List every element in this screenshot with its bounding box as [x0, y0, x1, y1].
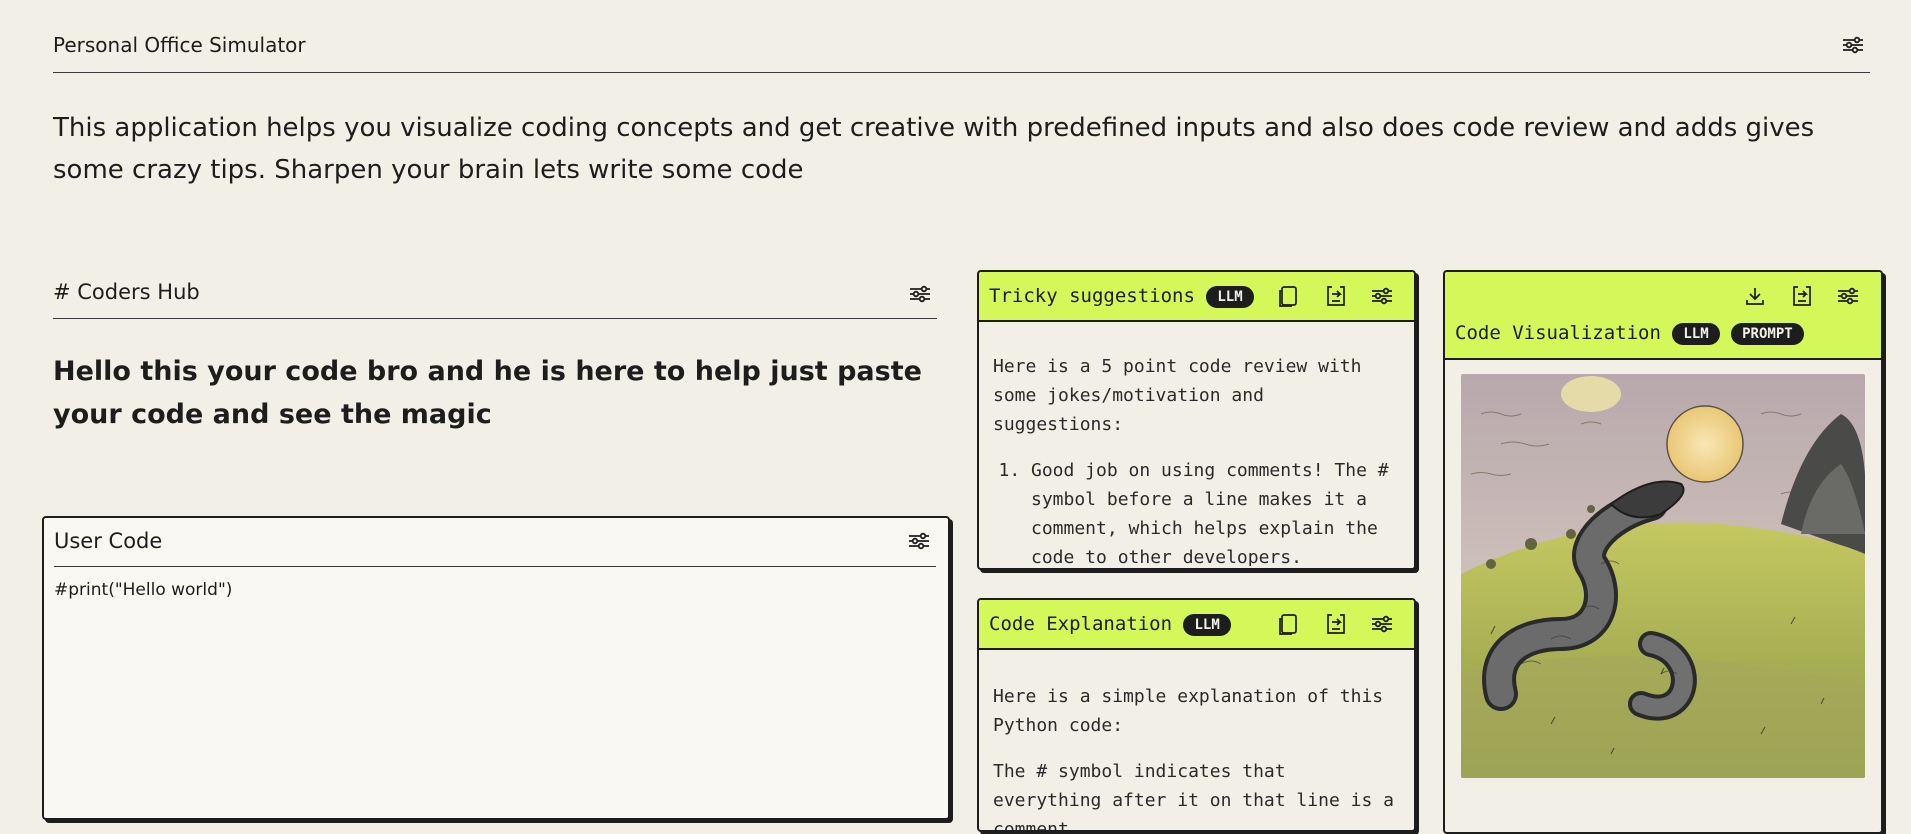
tricky-suggestions-body: Here is a 5 point code review with some … [979, 352, 1414, 566]
share-icon[interactable] [1324, 612, 1348, 636]
tricky-list: Good job on using comments! The # symbol… [993, 456, 1400, 566]
code-visualization-header: Code Visualization LLM PROMPT [1445, 272, 1881, 360]
hub-header: # Coders Hub [53, 280, 937, 319]
download-icon[interactable] [1743, 284, 1767, 308]
code-visualization-title: Code Visualization [1455, 322, 1661, 344]
user-code-input[interactable] [54, 580, 934, 800]
tricky-suggestions-header: Tricky suggestions LLM [979, 272, 1414, 322]
hub-title: # Coders Hub [53, 280, 200, 304]
tricky-suggestions-title: Tricky suggestions [989, 285, 1195, 307]
llm-badge: LLM [1672, 322, 1720, 345]
copy-icon[interactable] [1277, 612, 1301, 636]
code-explanation-card: Code Explanation LLM Here is a simple ex… [977, 598, 1416, 832]
tricky-suggestions-card: Tricky suggestions LLM Here is a 5 point… [977, 270, 1416, 570]
visualization-settings-tune-icon[interactable] [1837, 287, 1861, 311]
hub-greeting: Hello this your code bro and he is here … [53, 356, 922, 430]
code-explanation-body: Here is a simple explanation of this Pyt… [979, 682, 1414, 830]
tricky-settings-tune-icon[interactable] [1371, 287, 1395, 311]
code-visualization-title-row: Code Visualization LLM PROMPT [1455, 322, 1804, 345]
user-code-header: User Code [54, 518, 936, 567]
llm-badge: LLM [1183, 613, 1231, 636]
code-explanation-header: Code Explanation LLM [979, 600, 1414, 650]
llm-badge: LLM [1206, 285, 1254, 308]
copy-icon[interactable] [1277, 284, 1301, 308]
app-header: Personal Office Simulator [53, 30, 1870, 73]
generated-snake-illustration[interactable] [1461, 374, 1865, 778]
user-code-label: User Code [54, 529, 163, 553]
hub-settings-tune-icon[interactable] [909, 285, 931, 303]
explanation-intro: Here is a simple explanation of this Pyt… [993, 686, 1384, 736]
app-title: Personal Office Simulator [53, 33, 306, 57]
prompt-badge: PROMPT [1731, 322, 1804, 345]
tricky-intro: Here is a 5 point code review with some … [993, 356, 1362, 435]
user-code-panel: User Code [42, 516, 950, 820]
app-description: This application helps you visualize cod… [53, 113, 1815, 185]
share-icon[interactable] [1790, 284, 1814, 308]
code-explanation-title-row: Code Explanation LLM [989, 613, 1231, 636]
share-icon[interactable] [1324, 284, 1348, 308]
user-code-settings-tune-icon[interactable] [908, 532, 930, 550]
tricky-suggestions-title-row: Tricky suggestions LLM [989, 285, 1254, 308]
explanation-paragraph: The # symbol indicates that everything a… [993, 761, 1394, 830]
settings-tune-icon[interactable] [1842, 36, 1864, 54]
explanation-settings-tune-icon[interactable] [1371, 615, 1395, 639]
code-explanation-title: Code Explanation [989, 613, 1173, 635]
code-visualization-card: Code Visualization LLM PROMPT [1443, 270, 1883, 834]
list-item: Good job on using comments! The # symbol… [1031, 456, 1400, 566]
